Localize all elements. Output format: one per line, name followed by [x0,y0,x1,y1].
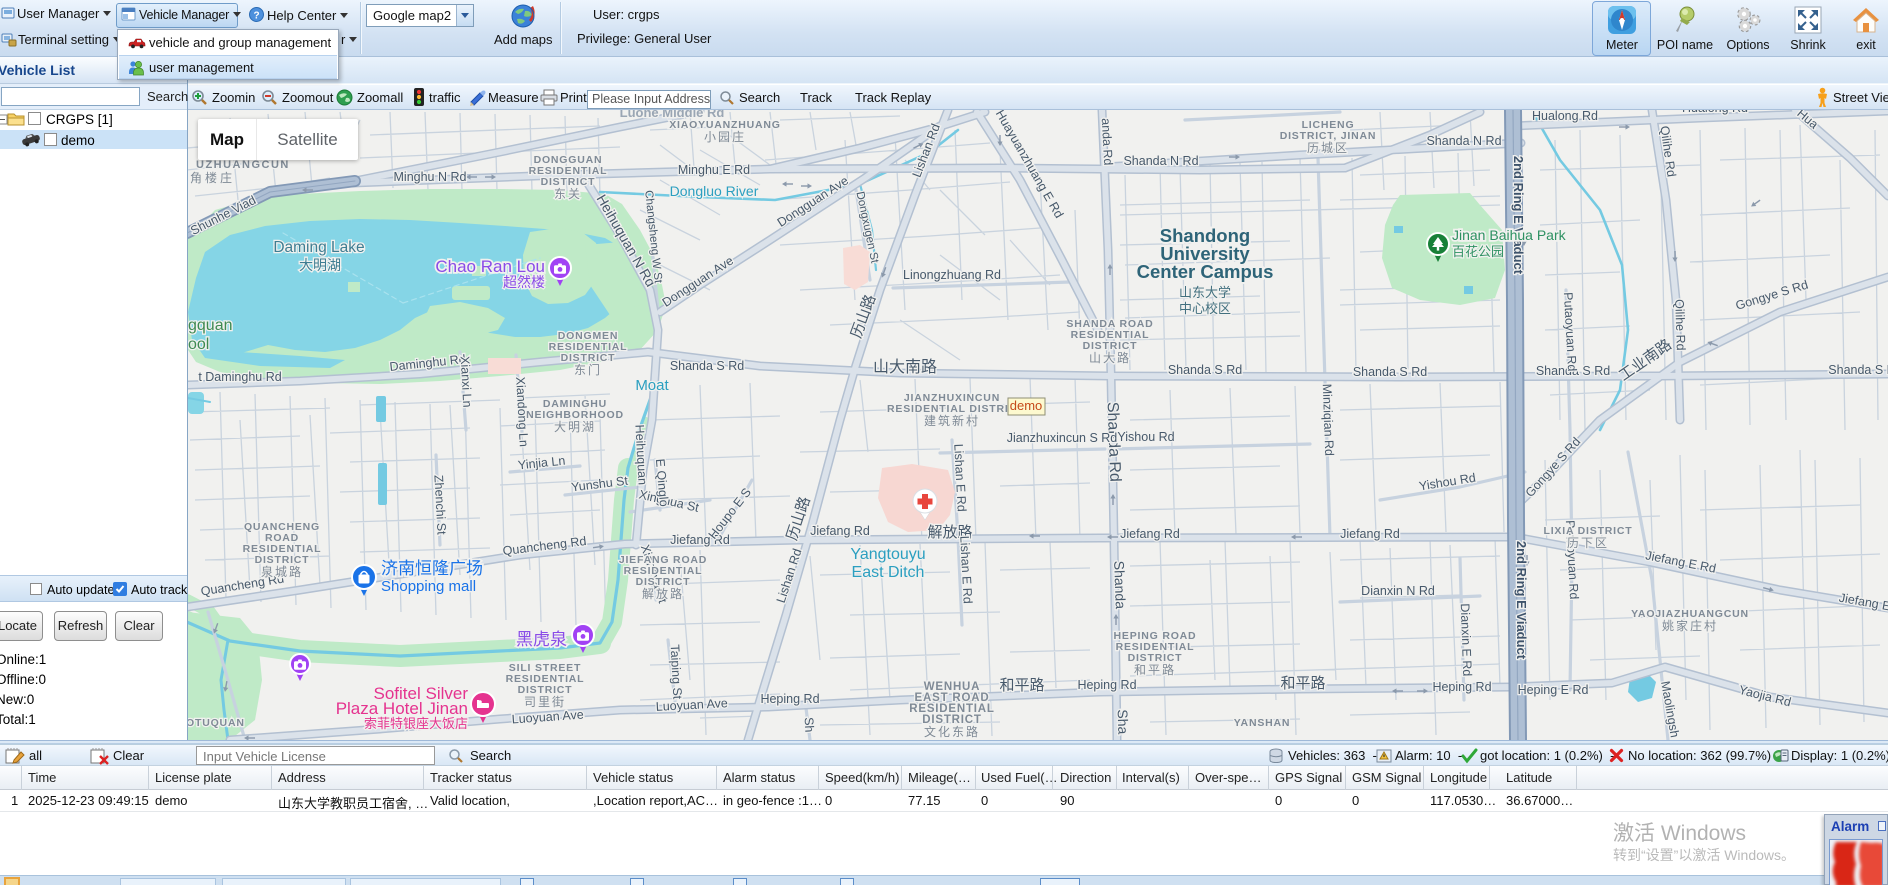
svg-text:YANSHAN: YANSHAN [1234,717,1291,729]
svg-text:索菲特银座大饭店: 索菲特银座大饭店 [364,716,468,731]
svg-text:Jiefang Rd: Jiefang Rd [810,524,870,538]
svg-text:Xianxi Ln: Xianxi Ln [458,356,475,408]
svg-text:Daming Lake: Daming Lake [273,239,364,256]
svg-text:Dianxin E Rd: Dianxin E Rd [1458,603,1475,676]
svg-text:Shanda S Rd: Shanda S Rd [670,359,744,373]
svg-text:Minghu E Rd: Minghu E Rd [678,163,750,177]
svg-text:小园庄: 小园庄 [704,129,746,144]
svg-text:和平路: 和平路 [1134,662,1176,677]
svg-text:Heping Rd: Heping Rd [1077,678,1136,692]
svg-text:Jianzhuxincun S Rd: Jianzhuxincun S Rd [1007,431,1118,445]
svg-text:姚家庄村: 姚家庄村 [1662,618,1718,633]
svg-text:Jiefang Rd: Jiefang Rd [1120,527,1180,541]
svg-text:Jinan Baihua Park: Jinan Baihua Park [1452,227,1567,243]
svg-text:黑虎泉: 黑虎泉 [516,630,567,649]
svg-text:gquan: gquan [188,317,233,334]
svg-text:济南恒隆广场: 济南恒隆广场 [381,559,483,578]
svg-text:Hualong Rd: Hualong Rd [1682,110,1748,115]
svg-text:Minghu N Rd: Minghu N Rd [394,170,467,184]
svg-text:大明湖: 大明湖 [554,419,596,434]
svg-text:和平路: 和平路 [999,677,1044,694]
svg-text:Qilihe Rd: Qilihe Rd [1672,299,1688,351]
svg-text:Shopping mall: Shopping mall [381,578,476,595]
svg-text:demo: demo [1010,398,1043,413]
svg-text:Hualong Rd: Hualong Rd [1532,110,1598,123]
svg-text:East Ditch: East Ditch [852,564,925,581]
svg-text:Center Campus: Center Campus [1137,261,1274,282]
svg-text:Yangtouyu: Yangtouyu [850,546,925,563]
svg-text:Dongluo River: Dongluo River [670,183,759,199]
svg-text:Heping Rd: Heping Rd [1432,680,1491,694]
svg-text:山大路: 山大路 [1089,350,1131,365]
svg-text:Shanda N Rd: Shanda N Rd [1123,154,1198,168]
svg-text:历下区: 历下区 [1567,536,1609,550]
svg-text:百花公园: 百花公园 [1452,244,1504,259]
svg-text:和平路: 和平路 [1280,675,1325,692]
svg-text:泉城路: 泉城路 [261,564,303,579]
svg-text:山大南路: 山大南路 [873,358,937,376]
svg-text:Heping E Rd: Heping E Rd [1518,683,1589,697]
svg-text:司里街: 司里街 [524,695,566,709]
svg-text:东门: 东门 [574,362,602,377]
svg-text:超然楼: 超然楼 [503,274,545,290]
svg-text:历城区: 历城区 [1307,141,1349,155]
svg-text:2nd Ring E Viaduct: 2nd Ring E Viaduct [1514,541,1529,660]
svg-text:2nd Ring E Viaduct: 2nd Ring E Viaduct [1511,156,1526,275]
svg-text:Jiefang Rd: Jiefang Rd [1340,527,1400,541]
svg-text:UZHUANGCUN: UZHUANGCUN [196,159,290,171]
svg-text:ool: ool [188,336,209,353]
svg-text:Shanda S R: Shanda S R [1828,363,1888,377]
svg-text:Moat: Moat [635,377,669,394]
svg-text:Shanda: Shanda [1111,560,1129,609]
svg-text:Taiping St: Taiping St [668,644,685,700]
svg-text:建筑新村: 建筑新村 [924,413,980,428]
svg-text:Shanda S Rd: Shanda S Rd [1353,365,1427,379]
svg-text:大明湖: 大明湖 [299,257,341,273]
svg-text:BAOTUQUAN: BAOTUQUAN [188,717,245,729]
svg-text:Shanda N Rd: Shanda N Rd [1426,134,1501,148]
svg-text:Dianxin N Rd: Dianxin N Rd [1361,584,1435,598]
svg-text:Sh: Sh [802,717,817,733]
svg-text:Sha: Sha [1115,709,1132,735]
svg-text:Linongzhuang Rd: Linongzhuang Rd [903,268,1001,282]
svg-text:文化东路: 文化东路 [924,724,980,739]
svg-text:Heping Rd: Heping Rd [760,692,819,706]
svg-text:Minziqian Rd: Minziqian Rd [1320,384,1337,457]
svg-text:中心校区: 中心校区 [1179,301,1231,316]
svg-text:anda Rd: anda Rd [1099,118,1115,166]
svg-text:山东大学: 山东大学 [1179,285,1231,300]
svg-text:解放路: 解放路 [642,586,684,601]
svg-text:Shanda S Rd: Shanda S Rd [1168,363,1242,377]
svg-text:?: ? [253,11,259,22]
svg-text:t Daminghu Rd: t Daminghu Rd [198,370,281,384]
svg-text:东关: 东关 [554,187,582,201]
svg-text:Yishou Rd: Yishou Rd [1117,430,1174,444]
svg-text:角楼庄: 角楼庄 [190,170,235,185]
